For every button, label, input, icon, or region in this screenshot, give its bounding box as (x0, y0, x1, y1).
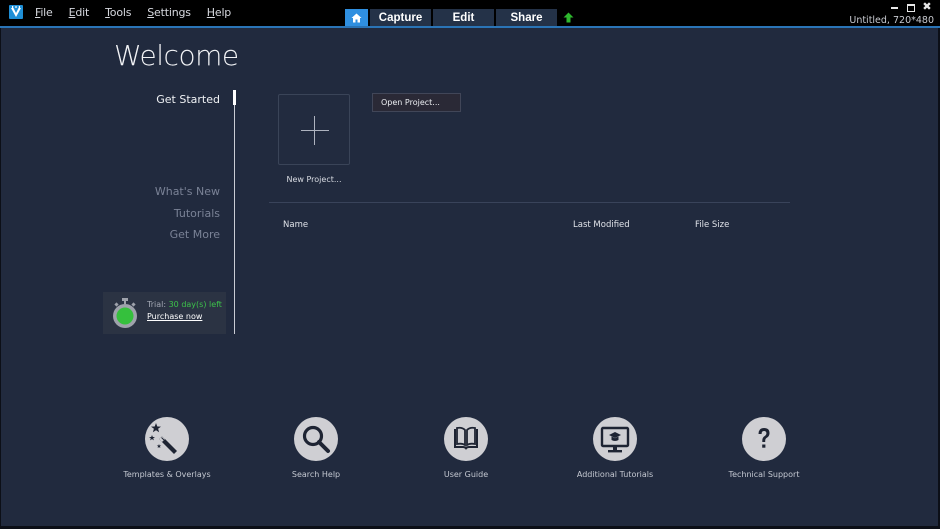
side-nav-get-started[interactable]: Get Started (156, 93, 220, 106)
magnifier-icon (302, 425, 330, 453)
close-button[interactable]: ✖ (922, 1, 932, 12)
menu-help-label: elp (214, 6, 232, 19)
trial-text: Trial: 30 day(s) left (147, 300, 222, 309)
minimize-button[interactable] (890, 2, 900, 12)
tab-home[interactable] (345, 9, 368, 26)
app-logo-icon[interactable] (9, 5, 23, 19)
menu-settings-label: ettings (154, 6, 191, 19)
menu-help-accel: H (206, 6, 215, 19)
page-title: Welcome (114, 39, 239, 72)
open-project-button[interactable]: Open Project... (372, 93, 461, 112)
shortcut-technical-support[interactable]: Technical Support (694, 417, 834, 479)
menu-tools[interactable]: Tools (105, 6, 131, 19)
tab-capture[interactable]: Capture (370, 9, 431, 26)
menu-edit-label: dit (75, 6, 90, 19)
mode-tabs: Capture Edit Share (345, 9, 575, 26)
shortcut-label: Additional Tutorials (576, 470, 654, 479)
support-circle (742, 417, 786, 461)
welcome-panel: Welcome Get Started What's New Tutorials… (1, 28, 938, 526)
shortcut-label: User Guide (443, 470, 489, 479)
title-bar: File Edit Tools Settings Help Capture Ed… (0, 0, 940, 26)
menu-edit[interactable]: Edit (69, 6, 90, 19)
column-header-file-size[interactable]: File Size (695, 220, 729, 230)
open-book-icon (454, 426, 478, 450)
shortcut-user-guide[interactable]: User Guide (396, 417, 536, 479)
shortcut-search-help[interactable]: Search Help (246, 417, 386, 479)
stopwatch-icon (113, 298, 137, 328)
window-controls: ✖ (890, 1, 932, 12)
purchase-now-link[interactable]: Purchase now (147, 312, 202, 321)
plus-icon (301, 130, 329, 131)
trial-status-box: Trial: 30 day(s) left Purchase now (103, 292, 226, 334)
side-nav-whats-new[interactable]: What's New (155, 185, 220, 198)
column-header-name[interactable]: Name (283, 220, 308, 230)
menu-bar: File Edit Tools Settings Help (35, 6, 247, 19)
trial-days-left: 30 day(s) left (168, 300, 222, 309)
new-project-label[interactable]: New Project... (273, 175, 355, 184)
monitor-graduation-cap-icon (600, 426, 630, 453)
upgrade-button[interactable] (563, 9, 575, 26)
shortcut-label: Templates & Overlays (123, 470, 211, 479)
menu-file-label: ile (40, 6, 53, 19)
recent-projects-divider (269, 202, 790, 203)
search-help-circle (294, 417, 338, 461)
tab-share[interactable]: Share (496, 9, 557, 26)
shortcut-additional-tutorials[interactable]: Additional Tutorials (545, 417, 685, 479)
templates-circle (145, 417, 189, 461)
shortcut-label: Search Help (291, 470, 341, 479)
menu-tools-label: ools (109, 6, 132, 19)
shortcut-label: Technical Support (728, 470, 800, 479)
side-nav-active-marker (233, 90, 236, 105)
menu-settings[interactable]: Settings (147, 6, 191, 19)
project-info: Untitled, 720*480 (849, 15, 934, 26)
home-icon (351, 13, 362, 22)
trial-label: Trial: (147, 300, 169, 309)
tutorials-circle (593, 417, 637, 461)
menu-file[interactable]: File (35, 6, 53, 19)
tab-edit[interactable]: Edit (433, 9, 494, 26)
magic-wand-icon (149, 423, 177, 454)
side-nav-divider (234, 90, 235, 334)
new-project-tile[interactable] (278, 94, 350, 165)
maximize-button[interactable] (907, 3, 915, 12)
user-guide-circle (444, 417, 488, 461)
column-header-last-modified[interactable]: Last Modified (573, 220, 630, 230)
question-mark-icon (758, 428, 770, 448)
plus-icon-vertical (314, 116, 315, 145)
side-nav-get-more[interactable]: Get More (170, 228, 220, 241)
menu-help[interactable]: Help (207, 6, 231, 19)
upgrade-arrow-icon (563, 12, 574, 23)
shortcut-templates-overlays[interactable]: Templates & Overlays (97, 417, 237, 479)
side-nav-tutorials[interactable]: Tutorials (174, 207, 220, 220)
